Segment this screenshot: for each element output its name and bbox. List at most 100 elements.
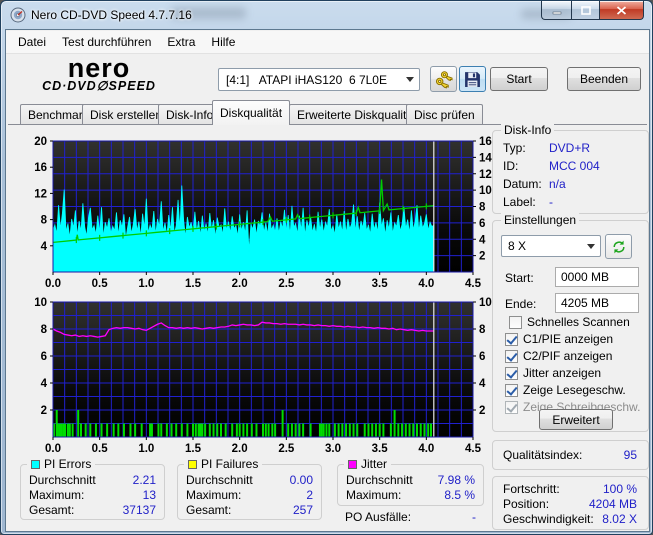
settings-group-label: Einstellungen — [501, 213, 580, 227]
svg-text:0.5: 0.5 — [92, 278, 109, 290]
start-button[interactable]: Start — [490, 67, 548, 91]
svg-text:1.0: 1.0 — [138, 443, 154, 454]
start-field[interactable] — [555, 267, 639, 287]
keys-icon — [435, 70, 453, 88]
checkbox-c2-pif[interactable]: C2/PIF anzeigen — [505, 349, 612, 363]
po-failures-row: PO Ausfälle: - — [345, 510, 476, 524]
refresh-button[interactable] — [605, 234, 632, 259]
speed-select[interactable]: 8 X — [501, 235, 601, 257]
end-field[interactable] — [555, 293, 639, 313]
svg-text:0.5: 0.5 — [92, 443, 109, 454]
svg-text:4: 4 — [479, 234, 486, 246]
stat-label: Gesamt: — [29, 503, 75, 517]
titlebar[interactable]: Nero CD-DVD Speed 4.7.7.16 — [1, 1, 652, 29]
svg-text:2.0: 2.0 — [232, 443, 248, 454]
svg-text:3.0: 3.0 — [325, 443, 341, 454]
svg-text:3.0: 3.0 — [325, 278, 341, 290]
svg-text:8: 8 — [479, 202, 486, 214]
svg-text:10: 10 — [479, 185, 492, 197]
menu-test-durchfuehren[interactable]: Test durchführen — [54, 31, 159, 53]
menu-datei[interactable]: Datei — [10, 31, 54, 53]
svg-text:3.5: 3.5 — [372, 278, 389, 290]
stat-value: 7.98 % — [437, 473, 475, 487]
svg-text:6: 6 — [479, 218, 485, 230]
checkbox-box — [505, 400, 518, 414]
checkbox-box[interactable] — [505, 366, 518, 380]
progress-value: 100 % — [602, 482, 637, 496]
disk-label-label: Label: — [503, 195, 536, 209]
svg-text:4.0: 4.0 — [418, 278, 434, 290]
quality-index-group: Qualitätsindex: 95 — [492, 440, 649, 470]
disk-label-value: - — [549, 195, 553, 209]
quality-index-label: Qualitätsindex: — [503, 448, 583, 462]
menu-hilfe[interactable]: Hilfe — [203, 31, 243, 53]
checkbox-label: Zeige Lesegeschw. — [523, 383, 626, 397]
tab-disc-pruefen[interactable]: Disc prüfen — [406, 104, 483, 125]
svg-text:2.0: 2.0 — [232, 278, 248, 290]
checkbox-box[interactable] — [509, 315, 522, 329]
pi-errors-chart: 481216202468101214160.0 0.5 1.0 1.5 2.0 2.5 3.… — [34, 136, 492, 290]
checkbox-box[interactable] — [505, 349, 518, 363]
pi-failures-statbox: PI Failures Durchschnitt 0.00 Maximum: 2 G… — [177, 457, 322, 520]
stat-value: 0.00 — [289, 473, 313, 487]
svg-text:10: 10 — [479, 297, 492, 309]
checkbox-label: Schnelles Scannen — [527, 315, 630, 329]
svg-text:6: 6 — [41, 351, 47, 363]
disk-id-value: MCC 004 — [549, 159, 600, 173]
maximize-button[interactable] — [571, 1, 599, 20]
position-label: Position: — [503, 497, 550, 511]
erweitert-button[interactable]: Erweitert — [539, 409, 613, 430]
disk-info-group-label: Disk-Info — [501, 123, 555, 137]
drive-select-arrow[interactable] — [401, 70, 418, 89]
minimize-button[interactable] — [541, 1, 571, 20]
checkbox-zeige-lesegeschw[interactable]: Zeige Lesegeschw. — [505, 383, 626, 397]
erweitert-button-label: Erweitert — [552, 412, 600, 427]
stat-value: 257 — [292, 503, 313, 517]
svg-text:4.5: 4.5 — [465, 443, 482, 454]
position-value: 4204 MB — [588, 497, 637, 511]
beenden-button[interactable]: Beenden — [567, 67, 641, 91]
svg-text:16: 16 — [479, 136, 492, 148]
po-failures-value: - — [472, 510, 476, 524]
save-button[interactable] — [459, 66, 486, 92]
svg-text:1.0: 1.0 — [138, 278, 154, 290]
svg-text:8: 8 — [479, 324, 486, 336]
checkbox-schnelles-scannen[interactable]: Schnelles Scannen — [509, 315, 630, 329]
pi-errors-statbox: PI Errors Durchschnitt 2.21 Maximum: 13 Ge… — [20, 457, 165, 520]
close-icon — [616, 5, 627, 15]
jitter-chart: 2 4 6 8 10 2 4 6 8 10 0.0 0.5 1.0 1.5 2.0 2.5 3.0 3.5 4.0 4… — [34, 297, 492, 454]
progress-group: Fortschritt: 100 % Position: 4204 MB Ges… — [492, 476, 649, 530]
tab-disk-erstellen[interactable]: Disk erstellen — [82, 104, 171, 125]
svg-text:4: 4 — [479, 378, 486, 390]
stat-value: 13 — [142, 488, 156, 502]
checkbox-c1-pie[interactable]: C1/PIE anzeigen — [505, 332, 613, 346]
svg-text:4: 4 — [41, 378, 48, 390]
svg-text:2: 2 — [41, 405, 47, 417]
jitter-swatch — [348, 459, 357, 469]
svg-text:1.5: 1.5 — [185, 443, 202, 454]
drive-select[interactable]: [4:1] ATAPI iHAS120 6 7L0E — [218, 68, 420, 91]
svg-text:1.5: 1.5 — [185, 278, 202, 290]
menu-extra[interactable]: Extra — [159, 31, 203, 53]
close-button[interactable] — [599, 1, 644, 20]
stat-label: Durchschnitt — [186, 473, 253, 487]
options-button[interactable] — [430, 66, 457, 92]
end-field-label: Ende: — [505, 297, 537, 311]
checkbox-box[interactable] — [505, 383, 518, 397]
checkbox-box[interactable] — [505, 332, 518, 346]
checkbox-jitter[interactable]: Jitter anzeigen — [505, 366, 601, 380]
pi-errors-swatch — [31, 459, 40, 469]
start-button-label: Start — [506, 72, 532, 86]
toolbar: nero CD·DVD∅SPEED [4:1] ATAPI iHAS120 6 … — [6, 55, 649, 99]
pi-errors-legend: PI Errors — [27, 457, 96, 471]
speed-select-arrow[interactable] — [582, 237, 599, 255]
start-field-label: Start: — [505, 271, 534, 285]
svg-text:12: 12 — [479, 169, 492, 181]
tab-diskqualitaet[interactable]: Diskqualität — [212, 100, 291, 125]
disk-date-value: n/a — [549, 177, 566, 191]
nero-logo-wordmark: nero — [67, 53, 131, 83]
tab-erweiterte-diskqualitaet[interactable]: Erweiterte Diskqualität — [289, 104, 425, 125]
checkbox-label: C2/PIF anzeigen — [523, 349, 613, 363]
stat-label: Maximum: — [29, 488, 85, 502]
window-title: Nero CD-DVD Speed 4.7.7.16 — [31, 8, 192, 22]
